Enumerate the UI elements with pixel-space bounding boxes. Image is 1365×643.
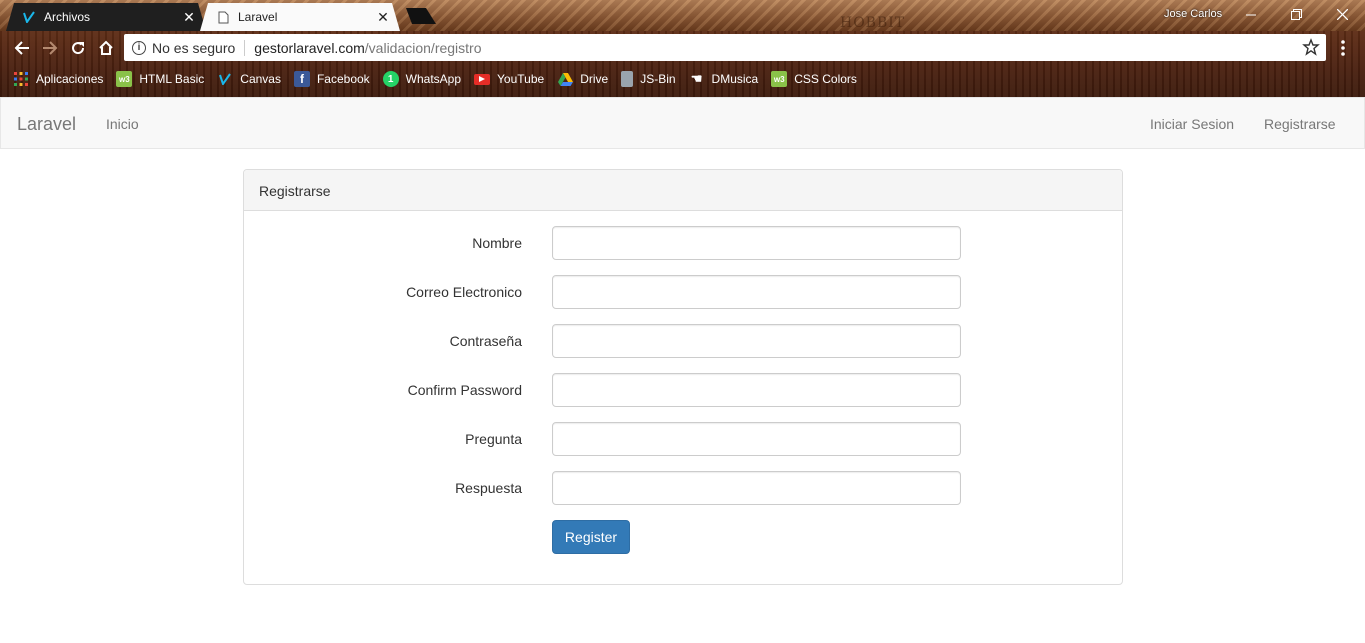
url-path: /validacion/registro (364, 39, 482, 56)
facebook-icon: f (293, 71, 310, 87)
bookmark-label: Drive (580, 72, 609, 86)
form-row-confirm-password: Confirm Password (244, 373, 1122, 407)
apps-grid-icon (13, 71, 29, 87)
star-icon[interactable] (1302, 38, 1320, 56)
bookmark-js-bin[interactable]: JS-Bin (621, 71, 676, 87)
divider (244, 39, 246, 56)
bookmark-html-basic[interactable]: w3 HTML Basic (116, 71, 204, 87)
bookmark-facebook[interactable]: f Facebook (293, 71, 370, 87)
jsbin-icon (621, 71, 634, 87)
form-row-correo: Correo Electronico (244, 275, 1122, 309)
navbar-brand[interactable]: Laravel (17, 114, 76, 135)
bookmark-label: Facebook (316, 72, 370, 86)
respuesta-input[interactable] (552, 471, 961, 505)
restore-icon[interactable] (1284, 3, 1308, 25)
bookmark-label: DMusica (711, 72, 759, 86)
pregunta-input[interactable] (552, 422, 961, 456)
security-label: No es seguro (152, 39, 236, 56)
bookmark-drive[interactable]: Drive (557, 71, 608, 87)
minimize-icon[interactable] (1239, 3, 1263, 25)
tab-title: Archivos (44, 10, 91, 24)
field-label: Correo Electronico (406, 284, 522, 300)
page-icon (216, 10, 230, 24)
w3-icon: w3 (116, 71, 133, 87)
info-icon[interactable]: i (132, 40, 146, 55)
bookmark-youtube[interactable]: YouTube (474, 72, 544, 86)
form-row-respuesta: Respuesta (244, 471, 1122, 505)
nombre-input[interactable] (552, 226, 961, 260)
new-tab-button[interactable] (402, 8, 436, 24)
home-icon[interactable] (94, 36, 118, 60)
forward-arrow-icon[interactable] (38, 36, 62, 60)
confirm-password-input[interactable] (552, 373, 961, 407)
url-host: gestorlaravel.com (254, 39, 365, 56)
browser-chrome: HOBBIT Archivos ✕ Laravel ✕ Jose Carlos (0, 0, 1365, 97)
bookmark-label: WhatsApp (405, 72, 462, 86)
close-window-icon[interactable] (1330, 3, 1354, 25)
register-button[interactable]: Register (552, 520, 630, 554)
email-input[interactable] (552, 275, 961, 309)
bookmark-aplicaciones[interactable]: Aplicaciones (13, 71, 103, 87)
theme-watermark: HOBBIT (840, 15, 906, 31)
bookmark-label: Aplicaciones (36, 72, 104, 86)
form-row-pregunta: Pregunta (244, 422, 1122, 456)
hand-icon: ☚ (690, 71, 703, 86)
tab-laravel[interactable]: Laravel ✕ (200, 3, 400, 31)
bookmark-css-colors[interactable]: w3 CSS Colors (771, 71, 857, 87)
form-row-nombre: Nombre (244, 226, 1122, 260)
vimeo-v-icon (217, 71, 233, 87)
bookmarks-bar: Aplicaciones w3 HTML Basic Canvas f Face… (0, 64, 1365, 94)
register-panel: Registrarse Nombre Correo Electronico Co… (243, 169, 1123, 585)
close-icon[interactable]: ✕ (182, 10, 196, 24)
tab-title: Laravel (238, 10, 278, 24)
field-label: Respuesta (455, 480, 522, 496)
back-arrow-icon[interactable] (10, 36, 34, 60)
vimeo-v-icon (22, 10, 36, 24)
app-navbar: Laravel Inicio Iniciar Sesion Registrars… (0, 97, 1365, 149)
bookmark-label: Canvas (240, 72, 281, 86)
password-input[interactable] (552, 324, 961, 358)
nav-link-registrarse[interactable]: Registrarse (1264, 116, 1336, 132)
browser-toolbar: i No es seguro gestorlaravel.com /valida… (0, 31, 1365, 64)
bookmark-label: HTML Basic (139, 72, 205, 86)
bookmark-canvas[interactable]: Canvas (217, 71, 281, 87)
whatsapp-icon: 1 (382, 71, 399, 87)
form-row-contrasena: Contraseña (244, 324, 1122, 358)
nav-link-iniciar-sesion[interactable]: Iniciar Sesion (1150, 116, 1234, 132)
field-label: Nombre (472, 235, 522, 251)
field-label: Pregunta (465, 431, 522, 447)
bookmark-dmusica[interactable]: ☚ DMusica (689, 71, 759, 87)
field-label: Confirm Password (407, 382, 522, 398)
title-bar: HOBBIT Archivos ✕ Laravel ✕ Jose Carlos (0, 0, 1365, 31)
tab-archivos[interactable]: Archivos ✕ (6, 3, 206, 31)
close-icon[interactable]: ✕ (376, 10, 390, 24)
address-bar[interactable]: i No es seguro gestorlaravel.com /valida… (124, 34, 1326, 61)
bookmark-whatsapp[interactable]: 1 WhatsApp (382, 71, 462, 87)
nav-link-inicio[interactable]: Inicio (106, 116, 139, 132)
youtube-icon (474, 73, 491, 85)
field-label: Contraseña (449, 333, 522, 349)
w3-icon: w3 (771, 71, 788, 87)
kebab-menu-icon[interactable] (1336, 38, 1350, 58)
reload-icon[interactable] (66, 36, 90, 60)
drive-icon (557, 71, 573, 87)
bookmark-label: JS-Bin (640, 72, 676, 86)
bookmark-label: CSS Colors (794, 72, 857, 86)
bookmark-label: YouTube (497, 72, 545, 86)
panel-heading: Registrarse (244, 170, 1122, 211)
profile-name[interactable]: Jose Carlos (1164, 8, 1222, 20)
